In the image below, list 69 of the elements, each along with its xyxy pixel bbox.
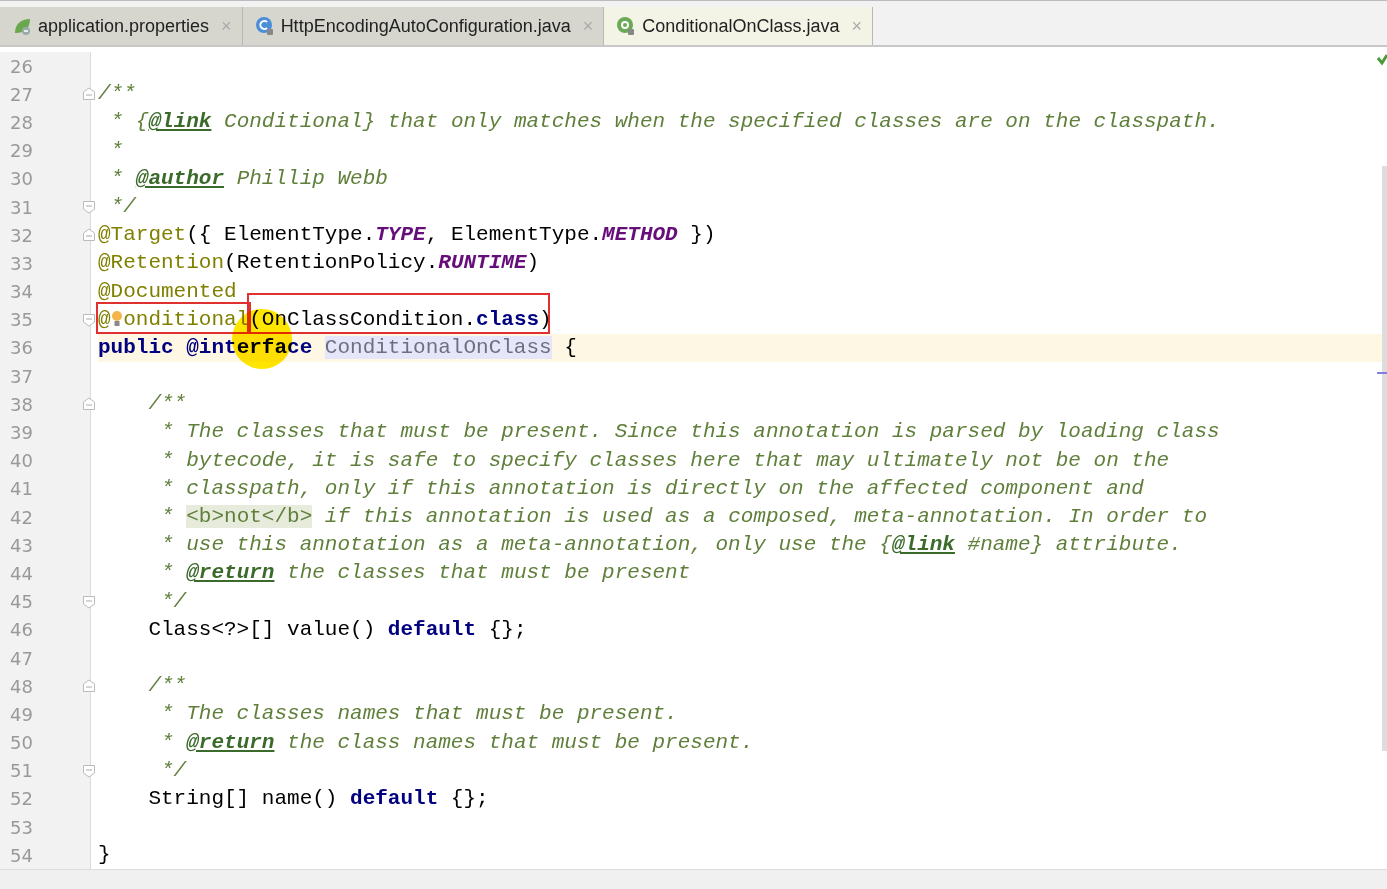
line-number: 28: [9, 111, 34, 133]
line-number: 31: [9, 196, 34, 218]
line-number: 50: [9, 732, 34, 754]
code-line: * use this annotation as a meta-annotation, only use the {@link #name} attribute.: [160, 532, 1183, 559]
line-number: 35: [9, 309, 34, 331]
line-number: 51: [9, 760, 34, 782]
line-number: 46: [9, 619, 34, 641]
line-number: 40: [9, 450, 34, 472]
fold-marker-icon[interactable]: [82, 228, 96, 243]
line-number: 33: [9, 252, 34, 274]
fold-marker-icon[interactable]: [82, 679, 96, 694]
code-line: @Retention(RetentionPolicy.RUNTIME): [98, 250, 541, 277]
line-number: 26: [9, 55, 34, 77]
leaf-icon: [12, 16, 32, 36]
fold-marker-icon[interactable]: [82, 594, 96, 609]
code-line: @Target({ ElementType.TYPE, ElementType.METHOD }): [98, 222, 717, 249]
line-number: 37: [9, 365, 34, 387]
code-line: Class<?>[] value() default {};: [147, 616, 528, 643]
code-line: /**: [147, 673, 188, 700]
code-line: *: [109, 137, 125, 164]
lightbulb-icon[interactable]: [110, 310, 123, 329]
fold-marker-icon[interactable]: [82, 397, 96, 412]
line-number: 53: [9, 816, 34, 838]
fold-marker-icon[interactable]: [82, 763, 96, 778]
line-number: 45: [9, 591, 34, 613]
code-line: * @return the class names that must be present.: [160, 729, 755, 756]
code-line: * The classes names that must be present.: [160, 701, 679, 728]
editor-tab[interactable]: application.properties ×: [0, 7, 243, 45]
code-line: */: [160, 757, 188, 784]
line-number: 43: [9, 534, 34, 556]
line-number: 47: [9, 647, 34, 669]
fold-marker-icon[interactable]: [82, 200, 96, 215]
code-line: * classpath, only if this annotation is directly on the affected component and: [160, 475, 1145, 502]
line-number: 36: [9, 337, 34, 359]
fold-marker-icon[interactable]: [82, 87, 96, 102]
code-line: * bytecode, it is safe to specify classes here that may ultimately not be on the: [160, 447, 1171, 474]
fold-marker-icon[interactable]: [82, 312, 96, 327]
line-number: 32: [9, 224, 34, 246]
code-line: /**: [147, 391, 188, 418]
line-number: 41: [9, 478, 34, 500]
line-number: 29: [9, 140, 34, 162]
line-number: 48: [9, 675, 34, 697]
annotation-icon: [616, 16, 637, 36]
line-number: 44: [9, 562, 34, 584]
scrollbar[interactable]: [1382, 166, 1387, 751]
line-number: 38: [9, 393, 34, 415]
code-line: @Documented: [98, 278, 238, 305]
line-number: 52: [9, 788, 34, 810]
line-number: 42: [9, 506, 34, 528]
code-line: }: [98, 842, 112, 869]
check-icon: [1377, 54, 1387, 66]
error-stripe-mark: [1377, 372, 1387, 374]
line-number: 39: [9, 422, 34, 444]
line-number: 30: [9, 168, 34, 190]
editor-tab[interactable]: HttpEncodingAutoConfiguration.java ×: [242, 7, 605, 45]
code-line: /**: [98, 81, 137, 108]
code-line: */: [160, 588, 188, 615]
line-number: 27: [9, 83, 34, 105]
code-line: */: [109, 193, 138, 220]
line-number: 49: [9, 703, 34, 725]
editor-tab[interactable]: ConditionalOnClass.java ×: [604, 7, 873, 45]
code-line: String[] name() default {};: [147, 785, 490, 812]
code-line: * @author Phillip Webb: [109, 165, 389, 192]
code-line: * The classes that must be present. Since this annotation is parsed by loading class: [160, 419, 1221, 446]
line-number: 54: [9, 844, 34, 866]
code-line: * {@link Conditional} that only matches when the specified classes are on the classpath.: [109, 109, 1221, 136]
code-line: * @return the classes that must be present: [160, 560, 692, 587]
line-number: 34: [9, 281, 34, 303]
class-icon: [254, 16, 275, 36]
